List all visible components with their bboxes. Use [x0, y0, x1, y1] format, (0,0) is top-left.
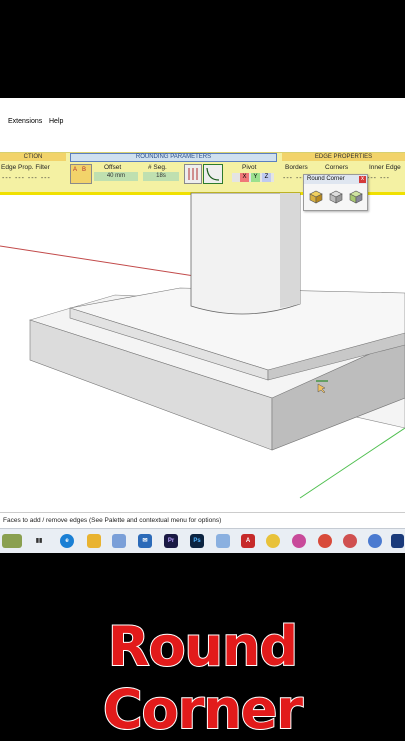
chrome-profile-2-icon[interactable] — [318, 534, 332, 548]
round-corner-tool-1-icon[interactable] — [308, 189, 324, 205]
mail-icon[interactable]: ✉ — [138, 534, 152, 548]
green-axis — [299, 427, 405, 499]
chrome-icon[interactable] — [266, 534, 280, 548]
column-shade — [280, 193, 300, 308]
sketchup-window: Extensions Help CTION ROUNDING PARAMETER… — [0, 98, 405, 528]
task-view-icon[interactable]: ▮▮ — [32, 534, 46, 548]
caption-text: Round Corner — [102, 614, 304, 741]
round-corner-tool-3-icon[interactable] — [348, 189, 364, 205]
round-corner-tool-2-icon[interactable] — [328, 189, 344, 205]
palette-close-button[interactable]: x — [359, 176, 366, 183]
palette-title-text: Round Corner — [307, 176, 345, 182]
palette-title: Round Corner x — [304, 175, 367, 184]
windows-taskbar: ▮▮ e ✉ Pr Ps A — [0, 528, 405, 553]
chrome-profile-1-icon[interactable] — [292, 534, 306, 548]
premiere-pro-icon[interactable]: Pr — [164, 534, 178, 548]
video-caption: Round Corner — [0, 614, 405, 741]
file-explorer-icon[interactable] — [87, 534, 101, 548]
viewport-3d[interactable] — [0, 98, 405, 528]
sketchup-icon[interactable] — [391, 534, 404, 548]
chrome-profile-3-icon[interactable] — [343, 534, 357, 548]
store-icon[interactable] — [112, 534, 126, 548]
status-bar: Faces to add / remove edges (See Palette… — [0, 512, 405, 528]
round-corner-palette[interactable]: Round Corner x — [303, 174, 368, 211]
widgets-icon[interactable] — [2, 534, 22, 548]
chrome-profile-4-icon[interactable] — [368, 534, 382, 548]
edge-browser-icon[interactable]: e — [60, 534, 74, 548]
notepad-icon[interactable] — [216, 534, 230, 548]
acrobat-icon[interactable]: A — [241, 534, 255, 548]
top-black-band — [0, 0, 405, 98]
photoshop-icon[interactable]: Ps — [190, 534, 204, 548]
